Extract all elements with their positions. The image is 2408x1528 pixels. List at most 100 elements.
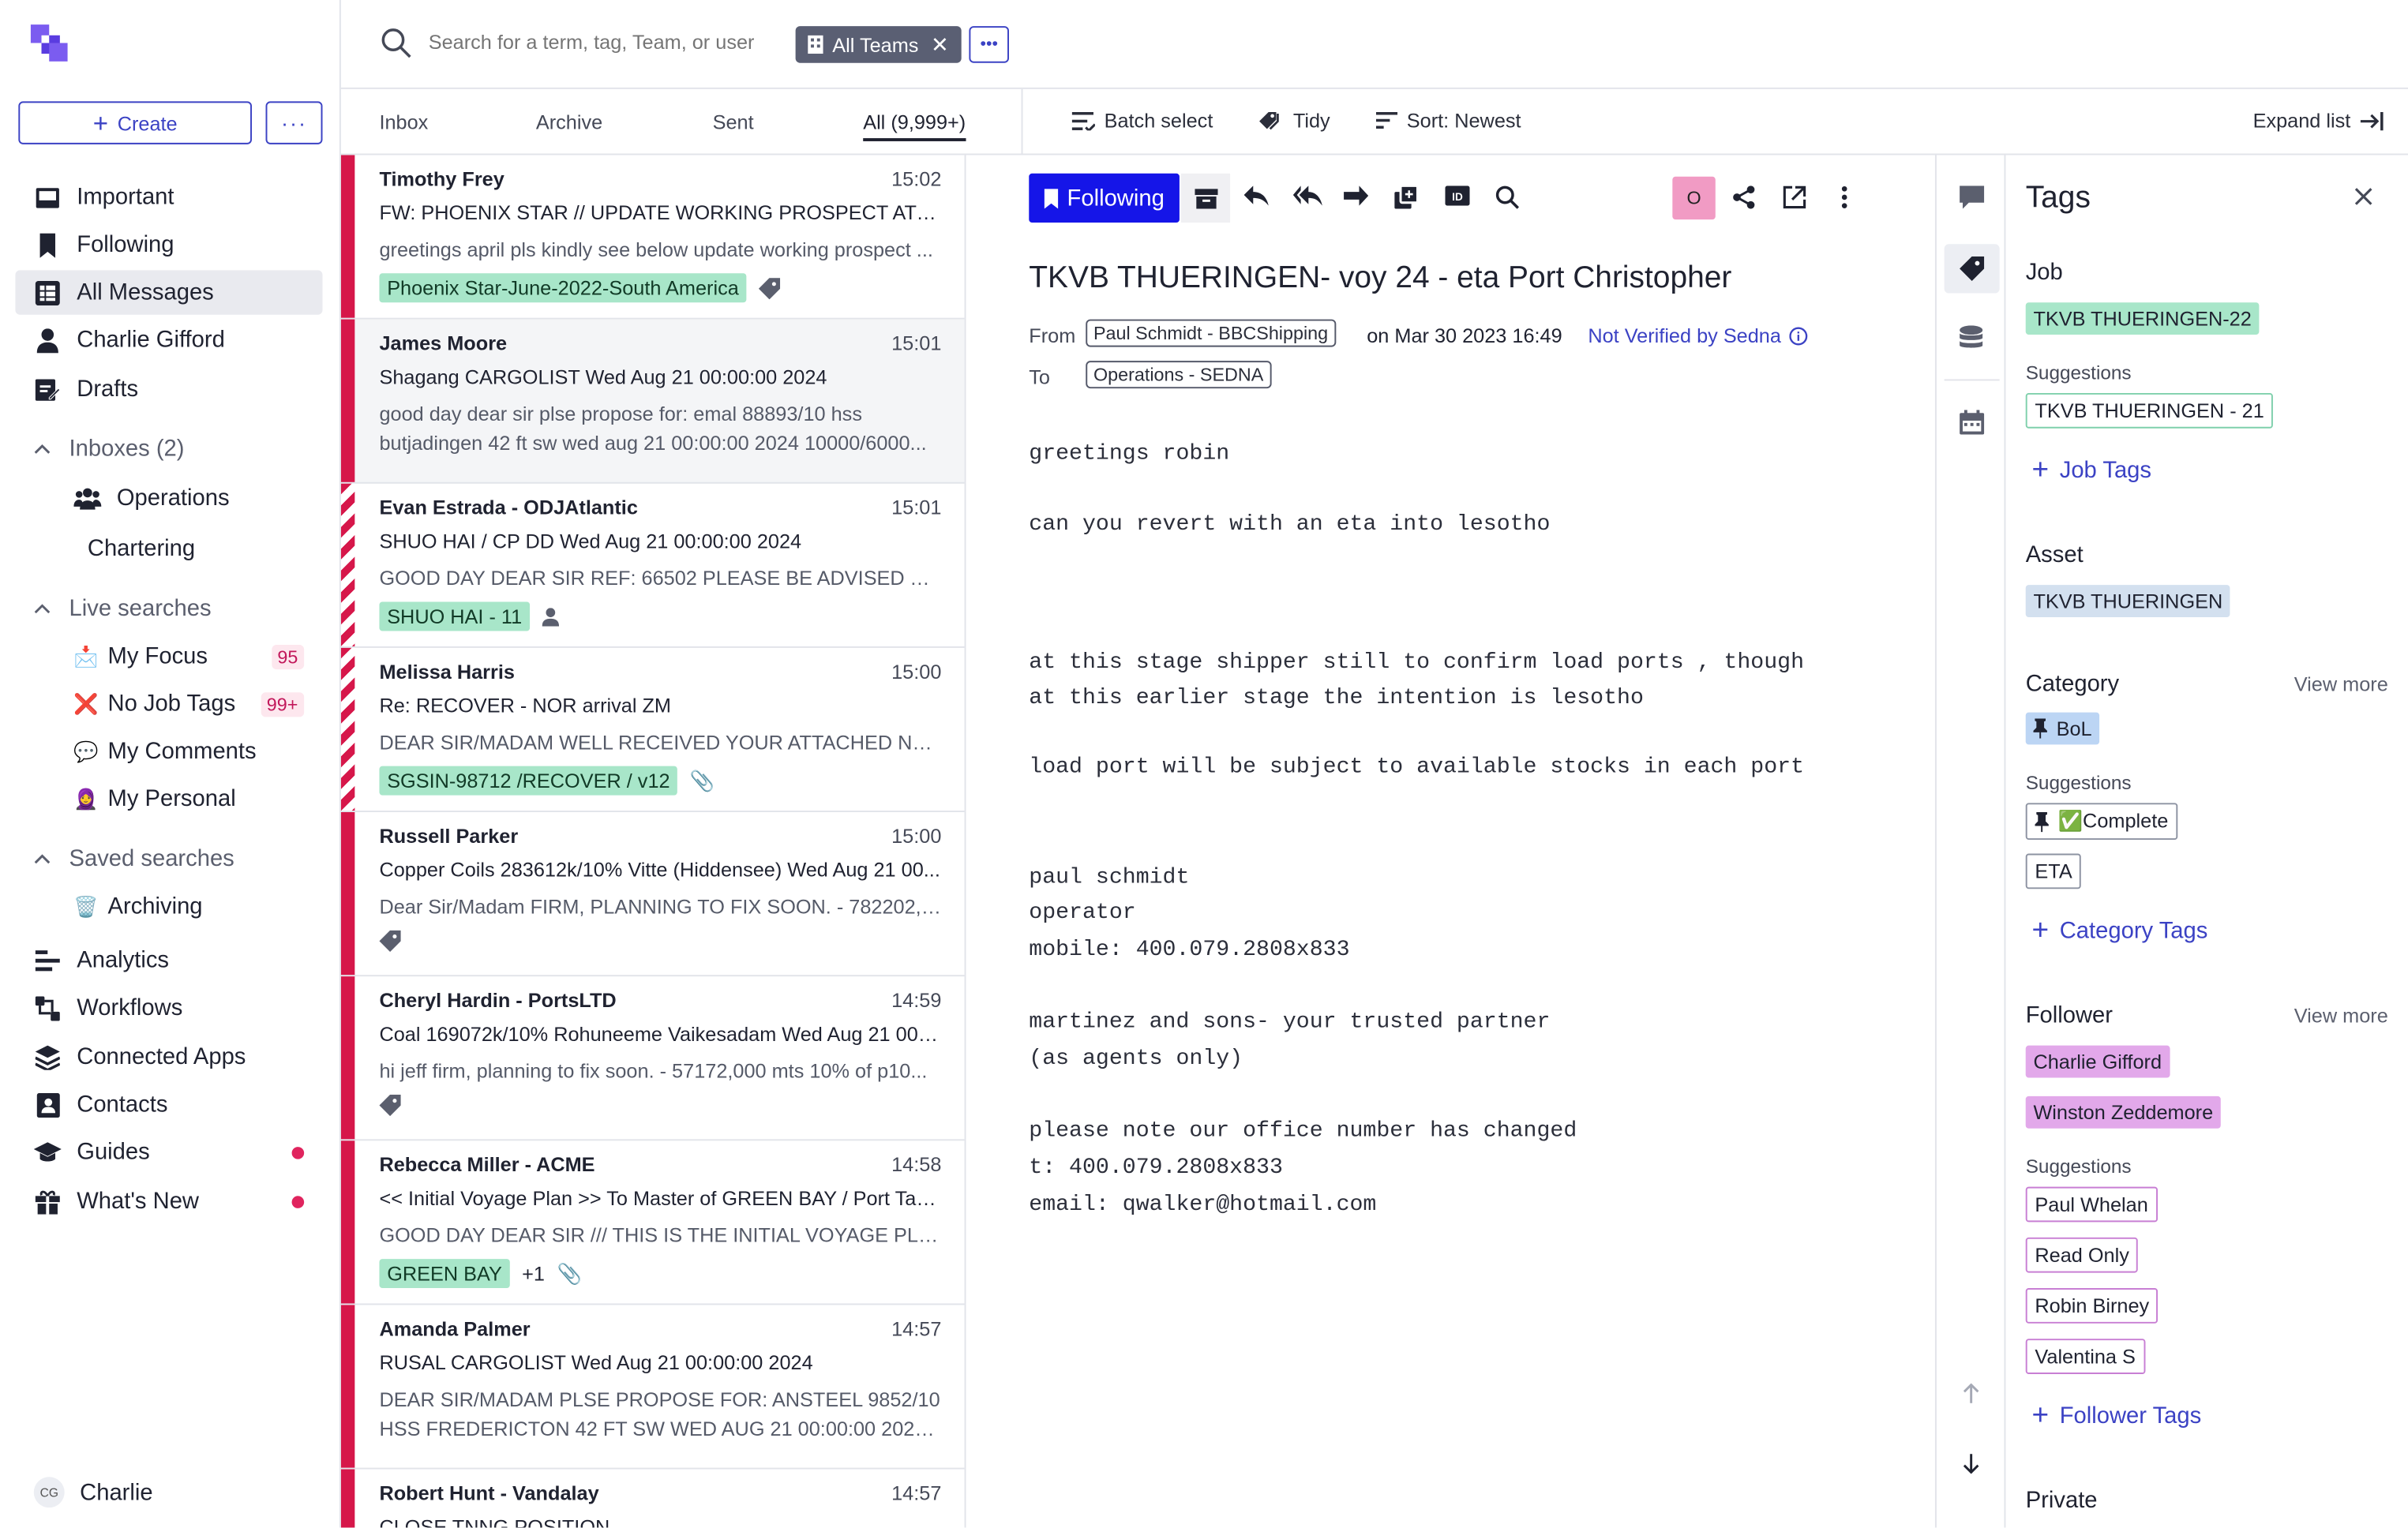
list-item[interactable]: James Moore 15:01 Shagang CARGOLIST Wed … bbox=[340, 319, 965, 484]
tidy-button[interactable]: Tidy bbox=[1259, 109, 1330, 132]
verification-status[interactable]: Not Verified by Sedna bbox=[1588, 324, 1807, 347]
archive-button[interactable] bbox=[1180, 173, 1231, 223]
tab-sent[interactable]: Sent bbox=[713, 110, 754, 133]
live-search-my-focus[interactable]: 📩 My Focus 95 bbox=[73, 643, 305, 669]
list-item[interactable]: Cheryl Hardin - PortsLTD 14:59 Coal 1690… bbox=[340, 976, 965, 1141]
tag-icon[interactable] bbox=[379, 1094, 401, 1117]
reply-icon[interactable] bbox=[1243, 185, 1269, 206]
job-tag[interactable]: SHUO HAI - 11 bbox=[379, 601, 530, 631]
message-sender: Amanda Palmer bbox=[379, 1316, 531, 1341]
inbox-item-chartering[interactable]: Chartering bbox=[88, 536, 195, 562]
add-job-tags-button[interactable]: + Job Tags bbox=[2031, 456, 2151, 485]
list-item[interactable]: Robert Hunt - Vandalay 14:57 CLOSE TNNG … bbox=[340, 1469, 965, 1528]
sidebar-item-label: All Messages bbox=[77, 279, 214, 306]
batch-select-button[interactable]: Batch select bbox=[1071, 109, 1213, 132]
suggested-follower-tag[interactable]: Valentina S bbox=[2025, 1339, 2145, 1374]
arrow-up-icon[interactable] bbox=[1963, 1383, 1979, 1403]
id-card-icon[interactable]: ID bbox=[1445, 185, 1470, 206]
sidebar-item-following[interactable]: Following bbox=[15, 223, 322, 267]
live-search-label: My Comments bbox=[107, 738, 257, 765]
job-tag[interactable]: TKVB THUERINGEN-22 bbox=[2025, 302, 2260, 335]
arrow-down-icon[interactable] bbox=[1963, 1454, 1979, 1474]
share-icon[interactable] bbox=[1732, 185, 1755, 209]
sidebar-item-workflows[interactable]: Workflows bbox=[15, 986, 322, 1030]
tab-inbox[interactable]: Inbox bbox=[379, 110, 428, 133]
sidebar-item-guides[interactable]: Guides bbox=[15, 1130, 322, 1174]
live-search-my-personal[interactable]: 🧕 My Personal bbox=[73, 786, 235, 812]
list-item[interactable]: Evan Estrada - ODJAtlantic 15:01 SHUO HA… bbox=[340, 483, 965, 648]
sender-chip[interactable]: Paul Schmidt - BBCShipping bbox=[1086, 319, 1336, 347]
add-category-tags-button[interactable]: + Category Tags bbox=[2031, 916, 2207, 946]
search-icon[interactable] bbox=[381, 28, 411, 58]
job-tag[interactable]: SGSIN-98712 /RECOVER / v12 bbox=[379, 766, 678, 796]
create-button[interactable]: + Create bbox=[18, 101, 253, 144]
category-view-more-link[interactable]: View more bbox=[2294, 672, 2388, 695]
suggested-follower-tag[interactable]: Read Only bbox=[2025, 1237, 2139, 1273]
live-searches-toggle[interactable]: Live searches bbox=[34, 596, 212, 622]
asset-tag[interactable]: TKVB THUERINGEN bbox=[2025, 585, 2230, 617]
calendar-icon[interactable] bbox=[1960, 410, 1985, 435]
follower-view-more-link[interactable]: View more bbox=[2294, 1004, 2388, 1027]
list-item[interactable]: Melissa Harris 15:00 Re: RECOVER - NOR a… bbox=[340, 647, 965, 813]
list-item[interactable]: Timothy Frey 15:02 FW: PHOENIX STAR // U… bbox=[340, 155, 965, 320]
search-input[interactable] bbox=[428, 30, 782, 54]
close-icon[interactable] bbox=[2354, 187, 2372, 205]
recipient-chip[interactable]: Operations - SEDNA bbox=[1086, 361, 1272, 389]
sidebar-item-all-messages[interactable]: All Messages bbox=[15, 270, 323, 315]
paperclip-icon: 📎 bbox=[557, 1260, 583, 1285]
follower-tag[interactable]: Charlie Gifford bbox=[2025, 1045, 2170, 1078]
saved-searches-toggle[interactable]: Saved searches bbox=[34, 846, 234, 872]
live-search-no-job-tags[interactable]: ❌ No Job Tags 99+ bbox=[73, 691, 305, 717]
sidebar-item-whats-new[interactable]: What's New bbox=[15, 1179, 322, 1223]
sidebar-item-important[interactable]: Important bbox=[15, 175, 322, 219]
tag-icon[interactable] bbox=[1960, 256, 1985, 281]
add-follower-tags-button[interactable]: + Follower Tags bbox=[2031, 1402, 2201, 1431]
sidebar-item-analytics[interactable]: Analytics bbox=[15, 938, 322, 983]
sidebar-item-connected-apps[interactable]: Connected Apps bbox=[15, 1035, 322, 1079]
live-search-my-comments[interactable]: 💬 My Comments bbox=[73, 739, 256, 765]
copy-icon[interactable] bbox=[1394, 185, 1418, 209]
saved-search-archiving[interactable]: 🗑️ Archiving bbox=[73, 893, 202, 919]
job-tag[interactable]: GREEN BAY bbox=[379, 1259, 510, 1289]
follower-tag[interactable]: Winston Zeddemore bbox=[2025, 1095, 2221, 1129]
category-tag[interactable]: BoL bbox=[2025, 712, 2100, 745]
suggestions-label: Suggestions bbox=[2025, 772, 2132, 794]
sidebar-item-contacts[interactable]: Contacts bbox=[15, 1082, 322, 1126]
list-item[interactable]: Rebecca Miller - ACME 14:58 << Initial V… bbox=[340, 1140, 965, 1305]
suggested-category-tag[interactable]: ✅Complete bbox=[2025, 803, 2177, 841]
list-item[interactable]: Russell Parker 15:00 Copper Coils 283612… bbox=[340, 812, 965, 977]
close-icon[interactable]: ✕ bbox=[931, 32, 949, 58]
filter-more-button[interactable]: ••• bbox=[969, 26, 1009, 63]
sort-button[interactable]: Sort: Newest bbox=[1375, 109, 1521, 132]
team-filter-chip[interactable]: All Teams ✕ bbox=[795, 26, 962, 63]
list-item[interactable]: Amanda Palmer 14:57 RUSAL CARGOLIST Wed … bbox=[340, 1305, 965, 1470]
user-profile-button[interactable]: CG Charlie bbox=[33, 1477, 153, 1508]
tag-icon[interactable] bbox=[379, 930, 401, 953]
suggested-follower-tag[interactable]: Paul Whelan bbox=[2025, 1186, 2158, 1223]
sidebar-item-drafts[interactable]: Drafts bbox=[15, 367, 322, 411]
job-tag[interactable]: Phoenix Star-June-2022-South America bbox=[379, 273, 747, 303]
person-icon bbox=[34, 326, 62, 354]
tab-all[interactable]: All (9,999+) bbox=[863, 110, 966, 141]
app-logo[interactable] bbox=[28, 21, 70, 64]
database-icon[interactable] bbox=[1960, 325, 1983, 350]
inbox-item-operations[interactable]: Operations bbox=[73, 485, 230, 511]
suggested-follower-tag[interactable]: Robin Birney bbox=[2025, 1288, 2159, 1324]
avatar[interactable]: O bbox=[1672, 176, 1716, 220]
comment-icon[interactable] bbox=[1960, 185, 1985, 209]
expand-list-button[interactable]: Expand list bbox=[2253, 109, 2384, 132]
sidebar-item-charlie-gifford[interactable]: Charlie Gifford bbox=[15, 318, 322, 362]
inboxes-section-toggle[interactable]: Inboxes (2) bbox=[34, 436, 185, 463]
message-time: 15:00 bbox=[891, 660, 942, 683]
kebab-menu-icon[interactable] bbox=[1841, 185, 1847, 208]
forward-icon[interactable] bbox=[1344, 185, 1369, 206]
following-button[interactable]: Following bbox=[1029, 173, 1180, 223]
draft-icon bbox=[34, 376, 62, 403]
suggested-category-tag[interactable]: ETA bbox=[2025, 853, 2082, 889]
suggested-job-tag[interactable]: TKVB THUERINGEN - 21 bbox=[2025, 392, 2274, 429]
open-external-icon[interactable] bbox=[1783, 185, 1806, 209]
more-options-button[interactable]: ··· bbox=[265, 101, 323, 144]
reply-all-icon[interactable] bbox=[1292, 185, 1322, 206]
tab-archive[interactable]: Archive bbox=[536, 110, 602, 133]
search-icon[interactable] bbox=[1495, 185, 1519, 209]
